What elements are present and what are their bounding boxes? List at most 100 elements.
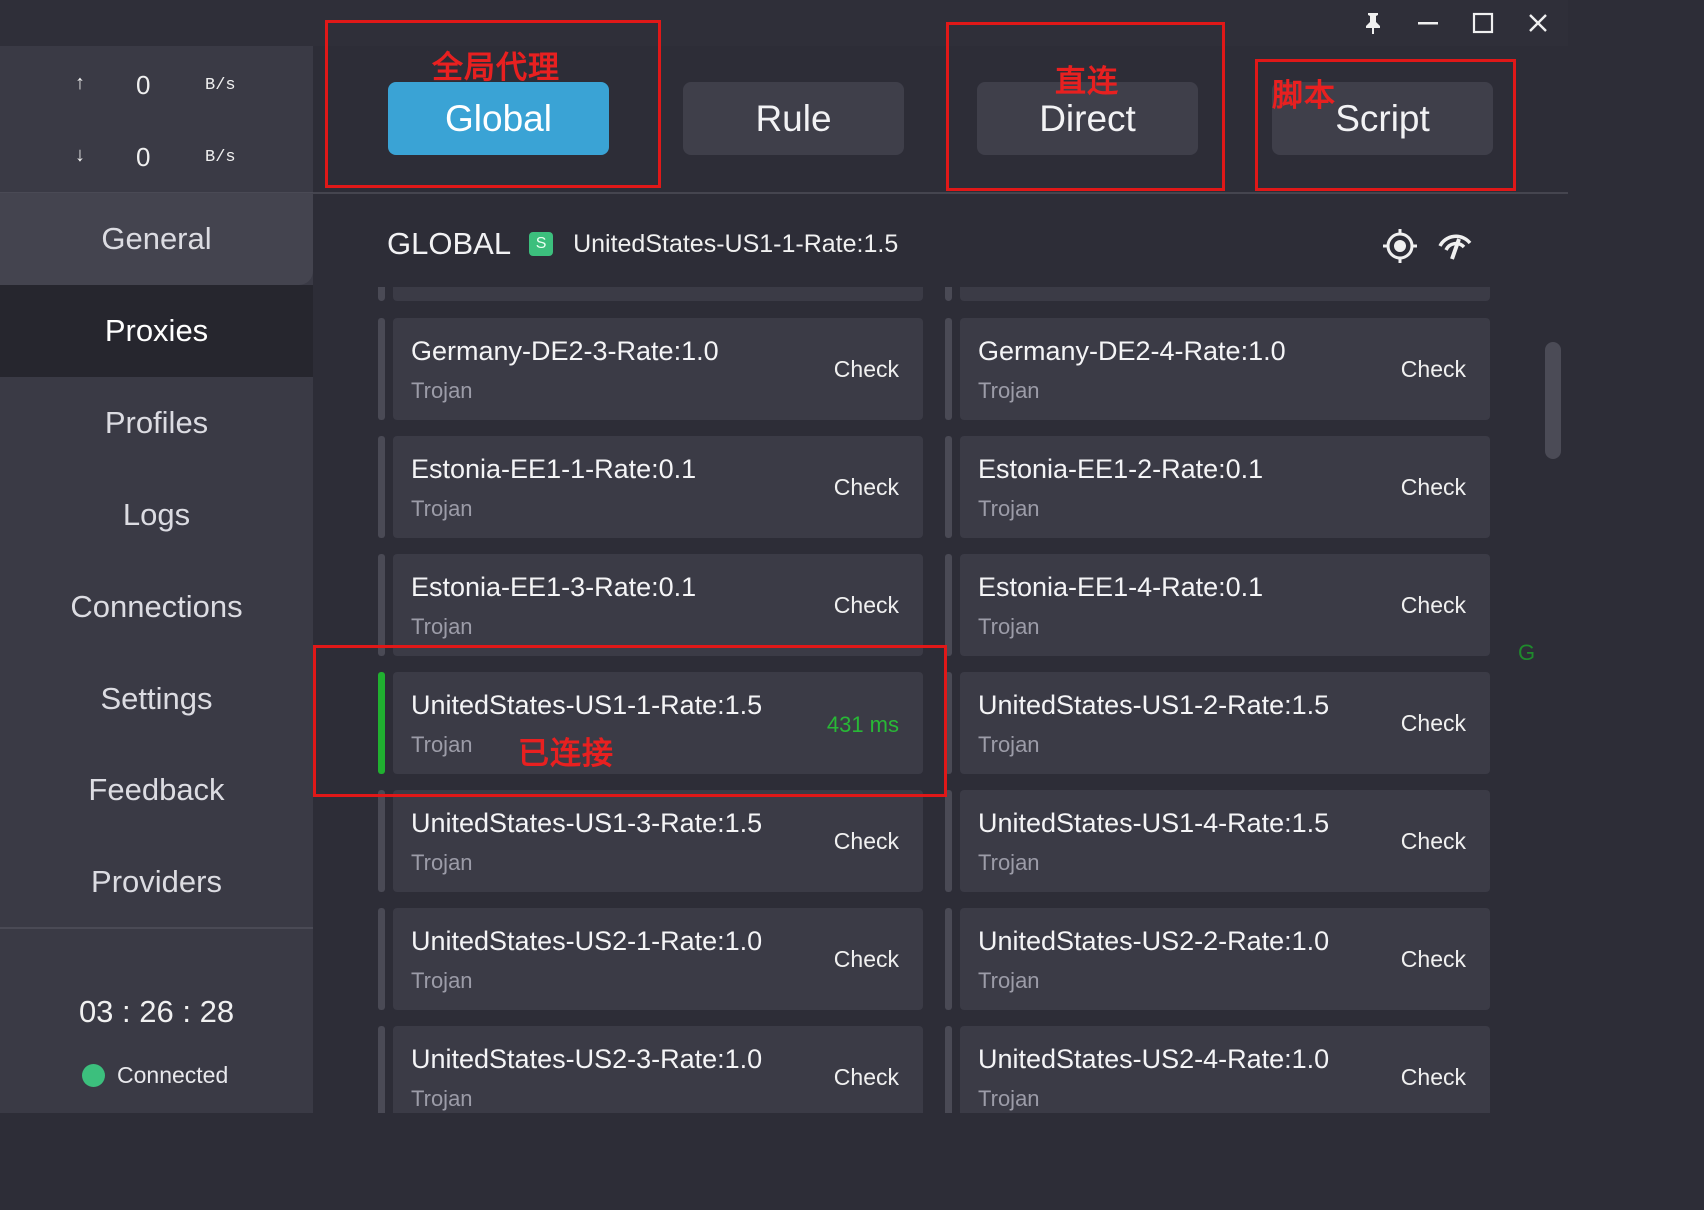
proxy-type: Trojan	[978, 614, 1040, 639]
card-indicator	[378, 790, 385, 892]
check-latency-button[interactable]: Check	[1401, 356, 1466, 383]
check-latency-button[interactable]: Check	[1401, 592, 1466, 619]
sidebar-item-proxies[interactable]: Proxies	[0, 285, 313, 377]
check-latency-button[interactable]: Check	[834, 946, 899, 973]
annotation-label-direct: 直连	[1055, 64, 1119, 100]
sidebar-item-profiles[interactable]: Profiles	[0, 377, 313, 469]
check-latency-button[interactable]: Check	[834, 828, 899, 855]
upload-arrow-icon: ↑	[74, 73, 87, 96]
list-item-partial-bar	[945, 287, 952, 301]
proxy-card[interactable]: UnitedStates-US1-3-Rate:1.5 Trojan Check	[378, 790, 923, 892]
annotation-label-connected: 已连接	[518, 736, 614, 772]
download-speed: ↓ 0 B/s	[0, 136, 313, 176]
download-value: 0	[136, 142, 151, 172]
sidebar-item-settings[interactable]: Settings	[0, 653, 313, 745]
proxy-card[interactable]: UnitedStates-US2-2-Rate:1.0 Trojan Check	[945, 908, 1490, 1010]
card-indicator	[378, 908, 385, 1010]
proxy-type: Trojan	[978, 496, 1040, 521]
sidebar-item-feedback[interactable]: Feedback	[0, 744, 313, 836]
proxy-name: UnitedStates-US2-3-Rate:1.0	[411, 1044, 763, 1074]
check-latency-button[interactable]: Check	[1401, 946, 1466, 973]
maximize-icon[interactable]	[1460, 5, 1506, 41]
pin-icon[interactable]	[1350, 5, 1396, 41]
group-type-badge: S	[529, 232, 554, 256]
proxy-card[interactable]: Germany-DE2-4-Rate:1.0 Trojan Check	[945, 318, 1490, 420]
proxy-type: Trojan	[411, 968, 473, 993]
check-latency-button[interactable]: Check	[834, 474, 899, 501]
upload-speed: ↑ 0 B/s	[0, 64, 313, 104]
proxy-type: Trojan	[978, 378, 1040, 403]
list-item-partial	[393, 287, 923, 301]
speed-test-icon[interactable]	[1437, 228, 1473, 264]
proxy-card[interactable]: Estonia-EE1-4-Rate:0.1 Trojan Check	[945, 554, 1490, 656]
close-icon[interactable]	[1515, 5, 1561, 41]
card-indicator	[378, 1026, 385, 1113]
proxy-card[interactable]: UnitedStates-US1-2-Rate:1.5 Trojan Check	[945, 672, 1490, 774]
title-bar	[0, 0, 1568, 46]
proxy-card[interactable]: Estonia-EE1-3-Rate:0.1 Trojan Check	[378, 554, 923, 656]
card-indicator	[945, 436, 952, 538]
card-indicator	[945, 1026, 952, 1113]
list-item-partial	[960, 287, 1490, 301]
proxy-name: Estonia-EE1-2-Rate:0.1	[978, 454, 1264, 484]
card-indicator	[378, 554, 385, 656]
group-current-proxy: UnitedStates-US1-1-Rate:1.5	[573, 229, 899, 258]
proxy-card[interactable]: UnitedStates-US2-1-Rate:1.0 Trojan Check	[378, 908, 923, 1010]
check-latency-button[interactable]: Check	[834, 592, 899, 619]
traffic-panel: ↑ 0 B/s ↓ 0 B/s	[0, 46, 313, 193]
proxy-name: Germany-DE2-4-Rate:1.0	[978, 336, 1286, 366]
proxy-name: UnitedStates-US2-4-Rate:1.0	[978, 1044, 1330, 1074]
proxy-card[interactable]: UnitedStates-US2-3-Rate:1.0 Trojan Check	[378, 1026, 923, 1113]
sidebar-item-logs[interactable]: Logs	[0, 469, 313, 561]
annotation-label-script: 脚本	[1272, 78, 1336, 114]
card-indicator	[945, 790, 952, 892]
scrollbar-thumb[interactable]	[1545, 342, 1561, 459]
connection-status: Connected	[82, 1062, 228, 1089]
proxy-type: Trojan	[978, 850, 1040, 875]
check-latency-button[interactable]: Check	[1401, 1064, 1466, 1091]
proxy-name: UnitedStates-US2-2-Rate:1.0	[978, 926, 1330, 956]
locate-icon[interactable]	[1382, 228, 1418, 264]
card-indicator	[945, 318, 952, 420]
proxy-type: Trojan	[978, 1086, 1040, 1111]
check-latency-button[interactable]: Check	[1401, 828, 1466, 855]
proxy-name: Germany-DE2-3-Rate:1.0	[411, 336, 719, 366]
proxy-card[interactable]: Estonia-EE1-1-Rate:0.1 Trojan Check	[378, 436, 923, 538]
proxy-card[interactable]: Germany-DE2-3-Rate:1.0 Trojan Check	[378, 318, 923, 420]
proxy-card[interactable]: UnitedStates-US2-4-Rate:1.0 Trojan Check	[945, 1026, 1490, 1113]
sidebar: ↑ 0 B/s ↓ 0 B/s General Proxies Profiles…	[0, 46, 313, 1113]
proxy-name: UnitedStates-US2-1-Rate:1.0	[411, 926, 763, 956]
card-indicator	[378, 436, 385, 538]
check-latency-button[interactable]: Check	[834, 1064, 899, 1091]
group-name: GLOBAL	[387, 226, 512, 261]
proxy-card[interactable]: UnitedStates-US1-4-Rate:1.5 Trojan Check	[945, 790, 1490, 892]
sidebar-divider	[0, 927, 313, 929]
check-latency-button[interactable]: Check	[1401, 474, 1466, 501]
annotation-box-connected	[313, 645, 947, 797]
uptime-timer: 03 : 26 : 28	[78, 994, 235, 1029]
upload-value: 0	[136, 70, 151, 100]
proxy-type: Trojan	[411, 1086, 473, 1111]
annotation-box-direct	[946, 22, 1225, 191]
mode-rule-button[interactable]: Rule	[683, 82, 904, 155]
minimize-icon[interactable]	[1405, 5, 1451, 41]
sidebar-item-connections[interactable]: Connections	[0, 561, 313, 653]
check-latency-button[interactable]: Check	[1401, 710, 1466, 737]
side-letter: G	[1518, 640, 1536, 665]
download-arrow-icon: ↓	[74, 145, 87, 168]
proxy-name: Estonia-EE1-4-Rate:0.1	[978, 572, 1264, 602]
card-indicator	[945, 554, 952, 656]
upload-unit: B/s	[205, 76, 236, 95]
sidebar-item-providers[interactable]: Providers	[0, 836, 313, 928]
proxy-type: Trojan	[411, 496, 473, 521]
proxy-type: Trojan	[978, 732, 1040, 757]
proxy-name: Estonia-EE1-1-Rate:0.1	[411, 454, 697, 484]
proxy-type: Trojan	[411, 378, 473, 403]
list-item-partial-bar	[378, 287, 385, 301]
download-unit: B/s	[205, 148, 236, 167]
check-latency-button[interactable]: Check	[834, 356, 899, 383]
proxy-type: Trojan	[978, 968, 1040, 993]
sidebar-item-general[interactable]: General	[0, 193, 313, 285]
proxy-card[interactable]: Estonia-EE1-2-Rate:0.1 Trojan Check	[945, 436, 1490, 538]
proxy-type: Trojan	[411, 614, 473, 639]
